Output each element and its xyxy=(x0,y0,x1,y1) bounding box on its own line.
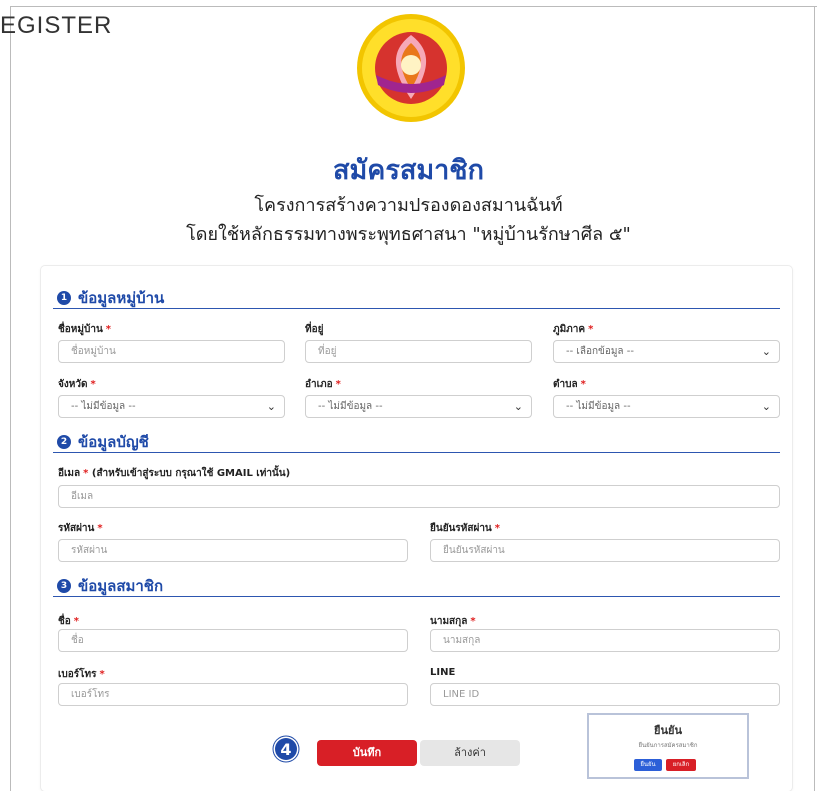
region-label: ภูมิภาค * xyxy=(553,324,594,335)
confirm-dialog-title: ยืนยัน xyxy=(654,724,682,737)
password-input[interactable]: รหัสผ่าน xyxy=(58,539,408,562)
step-badge: 4 xyxy=(275,738,297,760)
phone-label: เบอร์โทร * xyxy=(58,669,105,680)
confirm-dialog-message: ยืนยันการสมัครสมาชิก xyxy=(638,742,698,749)
last-name-input[interactable]: นามสกุล xyxy=(430,629,780,652)
section-village-header: 1 ข้อมูลหมู่บ้าน xyxy=(57,286,164,310)
last-name-label: นามสกุล * xyxy=(430,616,476,627)
section-number: 1 xyxy=(57,291,71,305)
chevron-down-icon: ⌄ xyxy=(513,400,523,413)
confirm-password-label: ยืนยันรหัสผ่าน * xyxy=(430,523,501,534)
address-label: ที่อยู่ xyxy=(305,324,324,335)
subdistrict-select[interactable]: -- ไม่มีข้อมูล -- ⌄ xyxy=(553,395,780,418)
first-name-input[interactable]: ชื่อ xyxy=(58,629,408,652)
confirm-ok-button[interactable]: ยืนยัน xyxy=(634,759,662,771)
save-button[interactable]: บันทึก xyxy=(317,740,417,766)
page-subtitle-1: โครงการสร้างความปรองดองสมานฉันท์ xyxy=(254,195,563,216)
chevron-down-icon: ⌄ xyxy=(266,400,276,413)
village-name-label: ชื่อหมู่บ้าน * xyxy=(58,324,112,335)
section-title: ข้อมูลสมาชิก xyxy=(78,577,164,595)
frame-border-right xyxy=(814,6,815,791)
page-subtitle-2: โดยใช้หลักธรรมทางพระพุทธศาสนา "หมู่บ้านร… xyxy=(186,224,631,245)
province-label: จังหวัด * xyxy=(58,379,96,390)
email-label: อีเมล * (สำหรับเข้าสู่ระบบ กรุณาใช้ GMAIL… xyxy=(58,468,291,479)
section-account-header: 2 ข้อมูลบัญชี xyxy=(57,430,149,454)
password-label: รหัสผ่าน * xyxy=(58,523,103,534)
subdistrict-label: ตำบล * xyxy=(553,379,586,390)
province-select[interactable]: -- ไม่มีข้อมูล -- ⌄ xyxy=(58,395,285,418)
confirm-dialog: ยืนยัน ยืนยันการสมัครสมาชิก ยืนยัน ยกเลิ… xyxy=(587,713,749,779)
page-title: สมัครสมาชิก xyxy=(333,155,484,186)
section-number: 2 xyxy=(57,435,71,449)
village-name-input[interactable]: ชื่อหมู่บ้าน xyxy=(58,340,285,363)
chevron-down-icon: ⌄ xyxy=(761,345,771,358)
section-divider xyxy=(53,452,780,453)
chevron-down-icon: ⌄ xyxy=(761,400,771,413)
district-label: อำเภอ * xyxy=(305,379,341,390)
section-divider xyxy=(53,596,780,597)
first-name-label: ชื่อ * xyxy=(58,616,80,627)
section-divider xyxy=(53,308,780,309)
clear-button[interactable]: ล้างค่า xyxy=(420,740,520,766)
section-number: 3 xyxy=(57,579,71,593)
section-title: ข้อมูลบัญชี xyxy=(78,433,149,451)
confirm-password-input[interactable]: ยืนยันรหัสผ่าน xyxy=(430,539,780,562)
district-select[interactable]: -- ไม่มีข้อมูล -- ⌄ xyxy=(305,395,532,418)
frame-border-left xyxy=(10,6,11,791)
village-logo xyxy=(357,14,465,122)
region-select[interactable]: -- เลือกข้อมูล -- ⌄ xyxy=(553,340,780,363)
phone-input[interactable]: เบอร์โทร xyxy=(58,683,408,706)
section-title: ข้อมูลหมู่บ้าน xyxy=(78,289,165,307)
section-member-header: 3 ข้อมูลสมาชิก xyxy=(57,574,163,598)
confirm-cancel-button[interactable]: ยกเลิก xyxy=(666,759,696,771)
address-input[interactable]: ที่อยู่ xyxy=(305,340,532,363)
line-label: LINE xyxy=(430,667,456,678)
frame-border-top xyxy=(10,6,817,7)
email-input[interactable]: อีเมล xyxy=(58,485,780,508)
line-input[interactable]: LINE ID xyxy=(430,683,780,706)
brand-text: EGISTER xyxy=(0,12,113,39)
